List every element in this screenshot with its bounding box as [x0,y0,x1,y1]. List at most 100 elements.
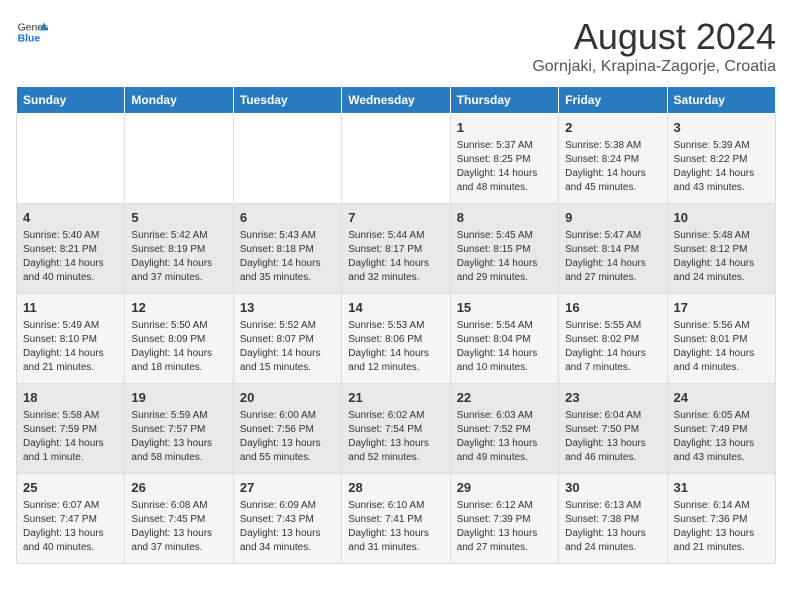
day-info: Sunrise: 6:09 AM Sunset: 7:43 PM Dayligh… [240,499,335,555]
weekday-header-cell: Friday [559,87,667,114]
day-info: Sunrise: 5:50 AM Sunset: 8:09 PM Dayligh… [131,319,226,375]
day-info: Sunrise: 5:37 AM Sunset: 8:25 PM Dayligh… [457,139,552,195]
calendar-cell: 6 Sunrise: 5:43 AM Sunset: 8:18 PM Daylig… [233,204,341,294]
day-info: Sunrise: 5:43 AM Sunset: 8:18 PM Dayligh… [240,229,335,285]
month-title: August 2024 [532,16,776,58]
calendar-cell: 16Sunrise: 5:55 AM Sunset: 8:02 PM Dayli… [559,294,667,384]
calendar-table: SundayMondayTuesdayWednesdayThursdayFrid… [16,86,776,564]
calendar-week-row: 11Sunrise: 5:49 AM Sunset: 8:10 PM Dayli… [17,294,776,384]
location-title: Gornjaki, Krapina-Zagorje, Croatia [532,58,776,76]
calendar-cell: 11Sunrise: 5:49 AM Sunset: 8:10 PM Dayli… [17,294,125,384]
calendar-cell [342,114,450,204]
calendar-cell: 1 Sunrise: 5:37 AM Sunset: 8:25 PM Daylig… [450,114,558,204]
day-number: 21 [348,389,443,407]
day-number: 18 [23,389,118,407]
day-number: 15 [457,299,552,317]
weekday-header-cell: Wednesday [342,87,450,114]
weekday-header-cell: Saturday [667,87,775,114]
day-info: Sunrise: 5:42 AM Sunset: 8:19 PM Dayligh… [131,229,226,285]
day-number: 29 [457,479,552,497]
page-header: General Blue August 2024 Gornjaki, Krapi… [16,16,776,76]
calendar-cell: 17 Sunrise: 5:56 AM Sunset: 8:01 PM Dayli… [667,294,775,384]
day-info: Sunrise: 6:00 AM Sunset: 7:56 PM Dayligh… [240,409,335,465]
calendar-cell: 22 Sunrise: 6:03 AM Sunset: 7:52 PM Dayli… [450,384,558,474]
day-info: Sunrise: 5:59 AM Sunset: 7:57 PM Dayligh… [131,409,226,465]
day-number: 8 [457,209,552,227]
day-number: 1 [457,119,552,137]
day-number: 31 [674,479,769,497]
calendar-week-row: 18 Sunrise: 5:58 AM Sunset: 7:59 PM Dayli… [17,384,776,474]
calendar-cell: 12Sunrise: 5:50 AM Sunset: 8:09 PM Dayli… [125,294,233,384]
calendar-week-row: 25 Sunrise: 6:07 AM Sunset: 7:47 PM Dayli… [17,474,776,564]
weekday-header-cell: Tuesday [233,87,341,114]
calendar-cell: 8Sunrise: 5:45 AM Sunset: 8:15 PM Daylig… [450,204,558,294]
day-number: 5 [131,209,226,227]
day-number: 17 [674,299,769,317]
day-info: Sunrise: 6:13 AM Sunset: 7:38 PM Dayligh… [565,499,660,555]
day-number: 25 [23,479,118,497]
day-number: 11 [23,299,118,317]
calendar-cell: 13 Sunrise: 5:52 AM Sunset: 8:07 PM Dayli… [233,294,341,384]
day-info: Sunrise: 6:03 AM Sunset: 7:52 PM Dayligh… [457,409,552,465]
calendar-cell: 18 Sunrise: 5:58 AM Sunset: 7:59 PM Dayli… [17,384,125,474]
calendar-cell: 9 Sunrise: 5:47 AM Sunset: 8:14 PM Daylig… [559,204,667,294]
day-info: Sunrise: 6:07 AM Sunset: 7:47 PM Dayligh… [23,499,118,555]
calendar-week-row: 1 Sunrise: 5:37 AM Sunset: 8:25 PM Daylig… [17,114,776,204]
day-number: 2 [565,119,660,137]
logo: General Blue [16,16,48,48]
day-number: 6 [240,209,335,227]
day-info: Sunrise: 6:02 AM Sunset: 7:54 PM Dayligh… [348,409,443,465]
day-info: Sunrise: 5:44 AM Sunset: 8:17 PM Dayligh… [348,229,443,285]
day-info: Sunrise: 5:47 AM Sunset: 8:14 PM Dayligh… [565,229,660,285]
day-number: 10 [674,209,769,227]
weekday-header-cell: Monday [125,87,233,114]
calendar-cell: 3Sunrise: 5:39 AM Sunset: 8:22 PM Daylig… [667,114,775,204]
day-number: 23 [565,389,660,407]
day-number: 14 [348,299,443,317]
day-info: Sunrise: 5:58 AM Sunset: 7:59 PM Dayligh… [23,409,118,465]
calendar-cell: 27 Sunrise: 6:09 AM Sunset: 7:43 PM Dayli… [233,474,341,564]
day-info: Sunrise: 6:04 AM Sunset: 7:50 PM Dayligh… [565,409,660,465]
calendar-cell: 15 Sunrise: 5:54 AM Sunset: 8:04 PM Dayli… [450,294,558,384]
calendar-cell: 31 Sunrise: 6:14 AM Sunset: 7:36 PM Dayli… [667,474,775,564]
calendar-cell: 21 Sunrise: 6:02 AM Sunset: 7:54 PM Dayli… [342,384,450,474]
calendar-cell [17,114,125,204]
calendar-cell: 28Sunrise: 6:10 AM Sunset: 7:41 PM Dayli… [342,474,450,564]
calendar-cell [125,114,233,204]
day-info: Sunrise: 5:48 AM Sunset: 8:12 PM Dayligh… [674,229,769,285]
day-number: 13 [240,299,335,317]
day-number: 30 [565,479,660,497]
day-number: 27 [240,479,335,497]
calendar-cell: 4Sunrise: 5:40 AM Sunset: 8:21 PM Daylig… [17,204,125,294]
title-block: August 2024 Gornjaki, Krapina-Zagorje, C… [532,16,776,76]
day-info: Sunrise: 6:14 AM Sunset: 7:36 PM Dayligh… [674,499,769,555]
day-number: 26 [131,479,226,497]
calendar-cell: 26 Sunrise: 6:08 AM Sunset: 7:45 PM Dayli… [125,474,233,564]
svg-text:Blue: Blue [18,34,41,45]
day-info: Sunrise: 5:54 AM Sunset: 8:04 PM Dayligh… [457,319,552,375]
day-info: Sunrise: 5:52 AM Sunset: 8:07 PM Dayligh… [240,319,335,375]
calendar-cell: 2 Sunrise: 5:38 AM Sunset: 8:24 PM Daylig… [559,114,667,204]
calendar-cell: 30 Sunrise: 6:13 AM Sunset: 7:38 PM Dayli… [559,474,667,564]
logo-icon: General Blue [16,16,48,48]
day-info: Sunrise: 5:53 AM Sunset: 8:06 PM Dayligh… [348,319,443,375]
weekday-header-cell: Sunday [17,87,125,114]
day-info: Sunrise: 5:40 AM Sunset: 8:21 PM Dayligh… [23,229,118,285]
calendar-cell: 20 Sunrise: 6:00 AM Sunset: 7:56 PM Dayli… [233,384,341,474]
day-info: Sunrise: 5:38 AM Sunset: 8:24 PM Dayligh… [565,139,660,195]
calendar-cell: 19Sunrise: 5:59 AM Sunset: 7:57 PM Dayli… [125,384,233,474]
day-info: Sunrise: 6:12 AM Sunset: 7:39 PM Dayligh… [457,499,552,555]
calendar-cell: 10 Sunrise: 5:48 AM Sunset: 8:12 PM Dayli… [667,204,775,294]
day-info: Sunrise: 6:08 AM Sunset: 7:45 PM Dayligh… [131,499,226,555]
day-number: 20 [240,389,335,407]
day-number: 9 [565,209,660,227]
weekday-header-cell: Thursday [450,87,558,114]
calendar-body: 1 Sunrise: 5:37 AM Sunset: 8:25 PM Daylig… [17,114,776,564]
calendar-cell: 14 Sunrise: 5:53 AM Sunset: 8:06 PM Dayli… [342,294,450,384]
weekday-header-row: SundayMondayTuesdayWednesdayThursdayFrid… [17,87,776,114]
day-info: Sunrise: 5:56 AM Sunset: 8:01 PM Dayligh… [674,319,769,375]
day-info: Sunrise: 5:39 AM Sunset: 8:22 PM Dayligh… [674,139,769,195]
day-number: 7 [348,209,443,227]
day-number: 22 [457,389,552,407]
day-info: Sunrise: 6:10 AM Sunset: 7:41 PM Dayligh… [348,499,443,555]
